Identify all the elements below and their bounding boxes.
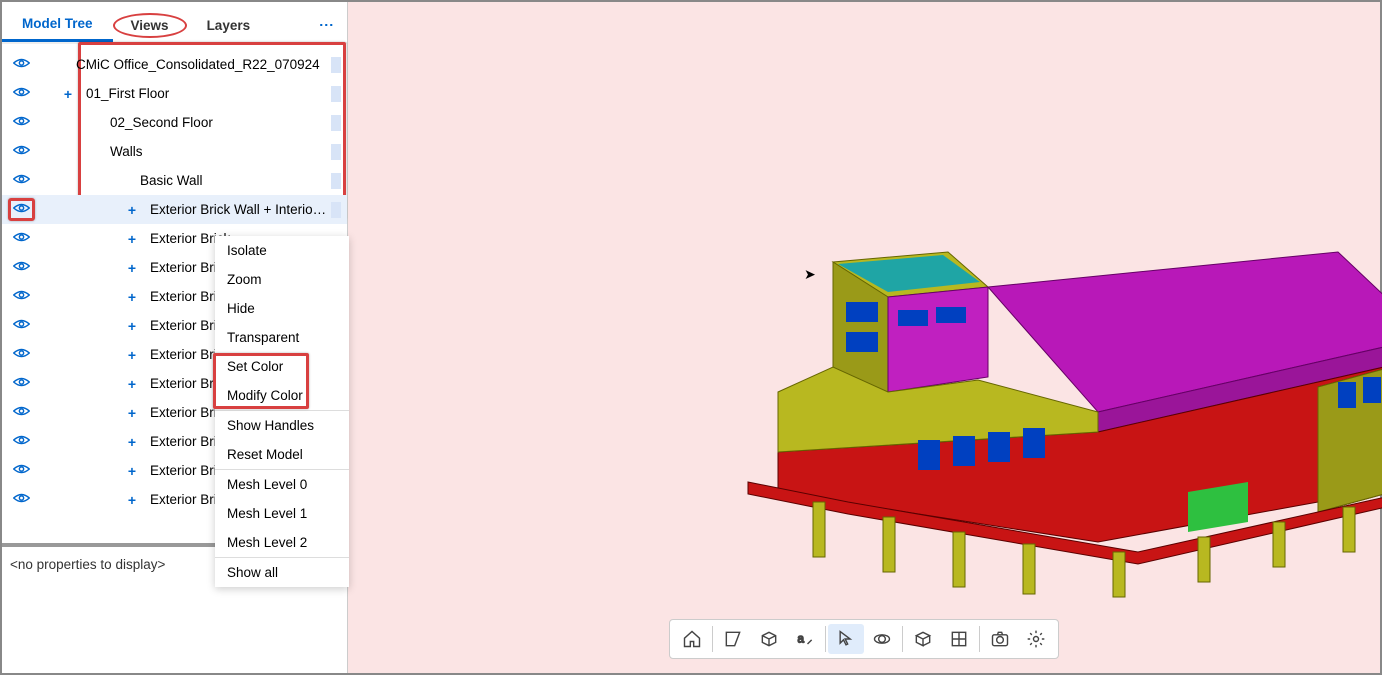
cube-view-button[interactable] [751,624,787,654]
expand-icon[interactable]: + [114,202,150,218]
expand-icon[interactable]: + [114,405,150,421]
tree-label: 01_First Floor [86,86,331,101]
eye-icon[interactable] [13,260,30,275]
tree-row-first-floor[interactable]: + 01_First Floor [2,79,347,108]
home-button[interactable] [674,624,710,654]
more-vertical-icon[interactable]: ⋮ [307,10,347,40]
tree-row-exterior-brick[interactable]: + Exterior Brick Wall + Interior Drywall… [2,195,347,224]
eye-icon[interactable] [13,289,30,304]
tree-row-walls[interactable]: Walls [2,137,347,166]
menu-set-color[interactable]: Set Color [215,352,349,381]
expand-icon[interactable]: + [50,86,86,102]
color-swatch[interactable] [331,202,341,218]
tab-model-tree[interactable]: Model Tree [2,8,113,42]
menu-mesh-0[interactable]: Mesh Level 0 [215,470,349,499]
tabs-bar: Model Tree Views Layers ⋮ [2,2,347,44]
menu-mesh-2[interactable]: Mesh Level 2 [215,528,349,557]
tree-row-second-floor[interactable]: 02_Second Floor [2,108,347,137]
section-plane-button[interactable] [715,624,751,654]
expand-icon[interactable]: + [114,260,150,276]
color-swatch[interactable] [331,173,341,189]
menu-show-all[interactable]: Show all [215,558,349,587]
building-model: .r{stroke:#5a0000;stroke-width:1}.y{stro… [718,182,1382,602]
select-button[interactable] [828,624,864,654]
eye-icon[interactable] [13,173,30,188]
tree-label: 02_Second Floor [40,115,331,130]
eye-highlight [8,198,35,221]
eye-icon[interactable] [13,231,30,246]
eye-icon[interactable] [13,347,30,362]
expand-icon[interactable]: + [114,463,150,479]
color-swatch[interactable] [331,57,341,73]
camera-button[interactable] [982,624,1018,654]
eye-icon[interactable] [13,318,30,333]
eye-icon[interactable] [13,492,30,507]
menu-mesh-1[interactable]: Mesh Level 1 [215,499,349,528]
expand-icon[interactable]: + [114,231,150,247]
tab-views[interactable]: Views [113,13,187,38]
eye-icon[interactable] [13,86,30,101]
settings-button[interactable] [1018,624,1054,654]
tree-label: Basic Wall [40,173,331,188]
menu-transparent[interactable]: Transparent [215,323,349,352]
tree-label: CMiC Office_Consolidated_R22_070924 [76,57,331,72]
3d-viewport[interactable]: ➤ .r{stroke:#5a0000;stroke-width:1}.y{st… [348,2,1380,673]
tab-layers[interactable]: Layers [187,10,271,41]
expand-icon[interactable]: + [114,318,150,334]
color-swatch[interactable] [331,144,341,160]
viewer-toolbar: a [669,619,1059,659]
eye-icon[interactable] [13,463,30,478]
tree-label: Walls [40,144,331,159]
menu-reset-model[interactable]: Reset Model [215,440,349,469]
grid-button[interactable] [941,624,977,654]
expand-icon[interactable]: + [114,434,150,450]
menu-isolate[interactable]: Isolate [215,236,349,265]
menu-show-handles[interactable]: Show Handles [215,411,349,440]
eye-icon[interactable] [13,405,30,420]
tree-label: Exterior Brick Wall + Interior Drywall .… [150,202,331,217]
color-swatch[interactable] [331,115,341,131]
eye-icon[interactable] [13,115,30,130]
box-button[interactable] [905,624,941,654]
expand-icon[interactable]: + [114,376,150,392]
menu-zoom[interactable]: Zoom [215,265,349,294]
menu-hide[interactable]: Hide [215,294,349,323]
eye-icon[interactable] [13,144,30,159]
eye-icon[interactable] [13,434,30,449]
context-menu: Isolate Zoom Hide Transparent Set Color … [215,236,349,587]
orbit-button[interactable] [864,624,900,654]
expand-icon[interactable]: + [114,347,150,363]
eye-icon[interactable] [13,57,30,72]
color-swatch[interactable] [331,86,341,102]
expand-icon[interactable]: + [114,492,150,508]
text-button[interactable]: a [787,624,823,654]
no-properties-text: <no properties to display> [10,557,165,572]
menu-modify-color[interactable]: Modify Color [215,381,349,410]
eye-icon[interactable] [13,202,30,217]
eye-icon[interactable] [13,376,30,391]
expand-icon[interactable]: + [114,289,150,305]
tree-row-basic-wall[interactable]: Basic Wall [2,166,347,195]
tree-row-root[interactable]: CMiC Office_Consolidated_R22_070924 [2,50,347,79]
svg-text:a: a [798,632,805,645]
